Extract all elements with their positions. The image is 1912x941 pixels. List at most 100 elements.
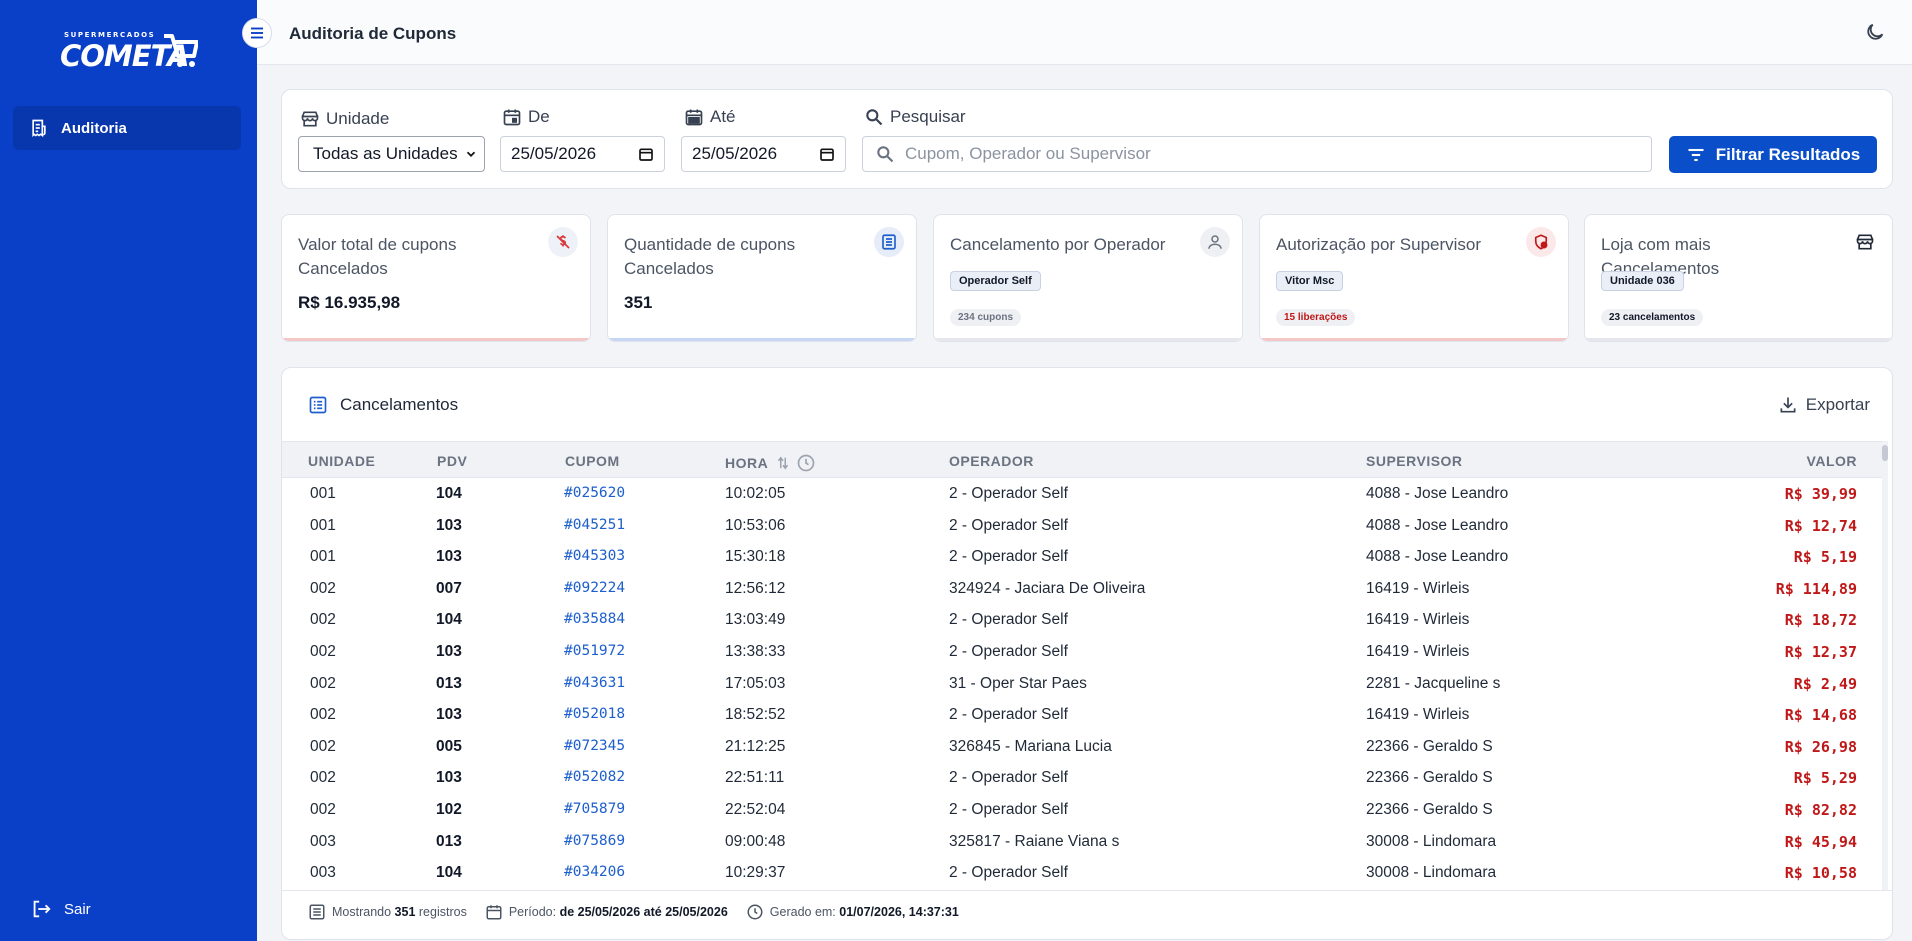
filter-icon (1688, 148, 1704, 161)
stat-accent-bar (282, 338, 590, 341)
cell-valor: R$ 12,37 (1784, 643, 1857, 661)
cell-valor: R$ 5,29 (1793, 769, 1857, 788)
column-header-operador[interactable]: OPERADOR (949, 453, 1034, 469)
cell-unidade: 002 (310, 737, 336, 755)
calendar-icon (503, 109, 521, 126)
stat-title: Autorização por Supervisor (1276, 235, 1482, 254)
cell-valor: R$ 26,98 (1784, 737, 1857, 756)
stat-subbadge: 15 liberações (1276, 309, 1356, 326)
table-row[interactable]: 001 103 #045303 15:30:18 2 - Operador Self 40… (282, 541, 1887, 573)
table-row[interactable]: 001 104 #025620 10:02:05 2 - Operador Self 40… (282, 478, 1887, 510)
table-row[interactable]: 002 102 #705879 22:52:04 2 - Operador Self 22… (282, 794, 1887, 826)
logout-label: Sair (64, 900, 91, 918)
column-header-cupom[interactable]: CUPOM (565, 453, 620, 469)
cell-operador: 326845 - Mariana Lucia (949, 737, 1112, 755)
generated-label: Gerado em: (769, 904, 836, 919)
cell-pdv: 104 (436, 485, 462, 502)
search-input[interactable] (905, 144, 1625, 164)
filter-button-label: Filtrar Resultados (1715, 144, 1861, 164)
export-button[interactable]: Exportar (1778, 395, 1870, 415)
cell-cupom[interactable]: #052082 (564, 769, 625, 785)
cell-pdv: 013 (436, 832, 462, 850)
cell-unidade: 002 (310, 674, 336, 692)
cell-supervisor: 2281 - Jacqueline s (1366, 674, 1501, 692)
receipt-icon (32, 119, 46, 138)
cell-pdv: 102 (436, 801, 462, 818)
menu-icon (251, 27, 263, 39)
menu-toggle-button[interactable] (242, 18, 272, 48)
cell-operador: 2 - Operador Self (949, 548, 1068, 566)
theme-toggle-button[interactable] (1864, 21, 1886, 48)
unit-select[interactable]: Todas as Unidades (298, 136, 485, 172)
cell-cupom[interactable]: #092224 (564, 580, 625, 596)
list-icon (309, 904, 325, 919)
table-header: UNIDADE PDV CUPOM HORA OPERADOR SUPERVIS… (282, 441, 1887, 478)
clock-icon (747, 904, 763, 919)
cell-hora: 10:29:37 (725, 864, 786, 882)
cell-cupom[interactable]: #025620 (564, 485, 625, 501)
stat-card-total-value: Valor total de cupons Cancelados R$ 16.9… (281, 214, 591, 342)
clock-icon[interactable] (796, 453, 816, 473)
table-title: Cancelamentos (308, 395, 458, 415)
scrollbar-thumb[interactable] (1882, 445, 1888, 461)
cell-cupom[interactable]: #052018 (564, 706, 625, 722)
search-field[interactable] (862, 136, 1652, 172)
table-row[interactable]: 002 007 #092224 12:56:12 324924 - Jaciara De… (282, 573, 1887, 605)
table-row[interactable]: 002 103 #052082 22:51:11 2 - Operador Self 22… (282, 762, 1887, 794)
logout-button[interactable]: Sair (30, 898, 91, 920)
calendar-picker-icon[interactable] (638, 146, 654, 162)
table-row[interactable]: 002 103 #052018 18:52:52 2 - Operador Self 16… (282, 699, 1887, 731)
cell-pdv: 104 (436, 864, 462, 882)
cell-valor: R$ 14,68 (1784, 706, 1857, 725)
to-label-text: Até (710, 107, 736, 126)
table-row[interactable]: 002 013 #043631 17:05:03 31 - Oper Star Paes… (282, 668, 1887, 700)
filter-results-button[interactable]: Filtrar Resultados (1669, 136, 1877, 173)
cell-unidade: 002 (310, 706, 336, 724)
cell-cupom[interactable]: #705879 (564, 801, 625, 817)
cell-unidade: 002 (310, 643, 336, 660)
column-header-supervisor[interactable]: SUPERVISOR (1366, 453, 1463, 469)
to-date-input[interactable]: 25/05/2026 (681, 136, 846, 172)
stat-title: Cancelamento por Operador (950, 235, 1166, 254)
cell-valor: R$ 2,49 (1793, 674, 1857, 693)
stat-card-quantity: Quantidade de cupons Cancelados 351 (607, 214, 917, 342)
column-header-unidade[interactable]: UNIDADE (308, 453, 375, 469)
table-row[interactable]: 002 104 #035884 13:03:49 2 - Operador Self 16… (282, 604, 1887, 636)
table-row[interactable]: 002 005 #072345 21:12:25 326845 - Mariana Lu… (282, 731, 1887, 763)
stat-accent-bar (1585, 338, 1892, 341)
column-header-hora[interactable]: HORA (725, 453, 816, 473)
from-label-text: De (528, 107, 550, 126)
column-header-pdv[interactable]: PDV (437, 453, 467, 469)
cell-cupom[interactable]: #045251 (564, 517, 625, 533)
cell-cupom[interactable]: #075869 (564, 833, 625, 849)
cell-supervisor: 16419 - Wirleis (1366, 643, 1470, 660)
cell-pdv: 103 (436, 548, 462, 566)
logout-icon (33, 900, 51, 918)
cell-supervisor: 4088 - Jose Leandro (1366, 548, 1509, 566)
table-row[interactable]: 003 104 #034206 10:29:37 2 - Operador Self 30… (282, 857, 1887, 889)
table-row[interactable]: 003 013 #075869 09:00:48 325817 - Raiane Via… (282, 826, 1887, 858)
from-date-input[interactable]: 25/05/2026 (500, 136, 665, 172)
cell-unidade: 001 (310, 485, 336, 502)
column-header-valor[interactable]: VALOR (1807, 453, 1857, 469)
cell-cupom[interactable]: #034206 (564, 864, 625, 880)
cell-cupom[interactable]: #045303 (564, 548, 625, 564)
user-icon (1208, 235, 1222, 249)
sort-icon[interactable] (774, 454, 792, 472)
cell-cupom[interactable]: #035884 (564, 611, 625, 627)
cell-cupom[interactable]: #072345 (564, 738, 625, 754)
table-row[interactable]: 001 103 #045251 10:53:06 2 - Operador Self 40… (282, 510, 1887, 542)
cell-supervisor: 30008 - Lindomara (1366, 832, 1497, 850)
stat-icon (1850, 227, 1880, 257)
sidebar-item-label: Auditoria (61, 119, 127, 137)
cell-supervisor: 16419 - Wirleis (1366, 611, 1470, 629)
cell-cupom[interactable]: #043631 (564, 675, 625, 691)
cell-unidade: 002 (310, 801, 336, 818)
table-row[interactable]: 002 103 #051972 13:38:33 2 - Operador Self 16… (282, 636, 1887, 668)
sidebar-item-auditoria[interactable]: Auditoria (13, 106, 241, 150)
cell-unidade: 003 (310, 864, 336, 882)
table-scrollbar[interactable] (1882, 441, 1888, 890)
cell-cupom[interactable]: #051972 (564, 643, 625, 659)
calendar-picker-icon[interactable] (819, 146, 835, 162)
showing-prefix: Mostrando (332, 904, 392, 919)
